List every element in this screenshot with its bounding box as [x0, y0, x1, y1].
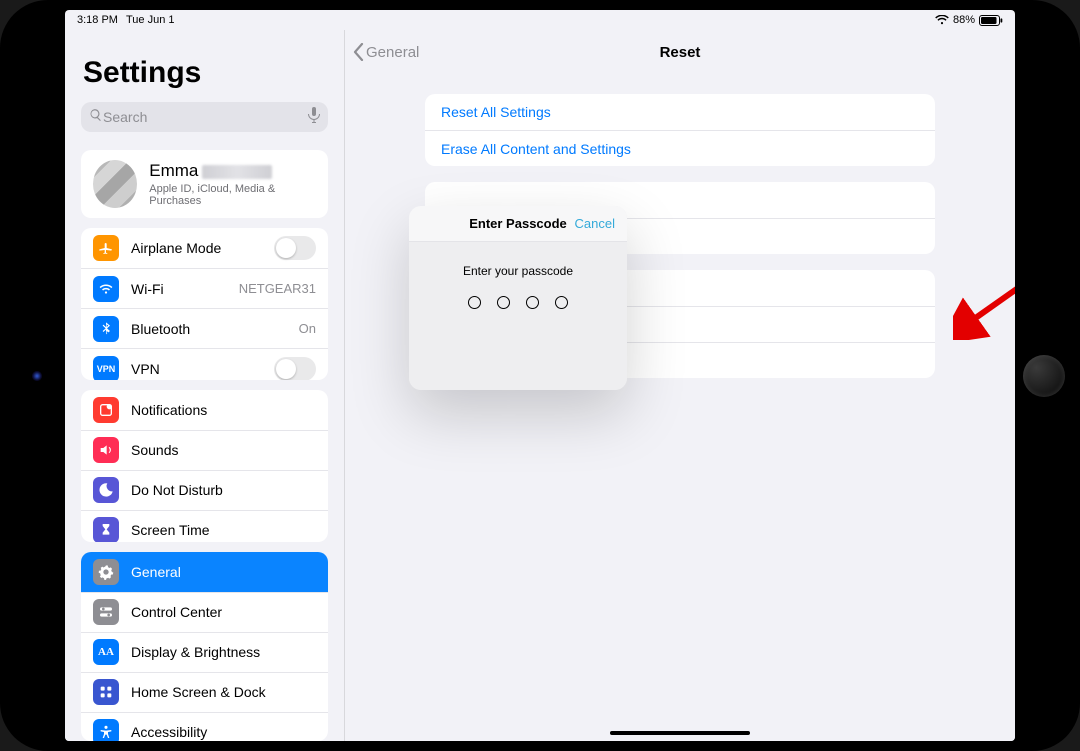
- sidebar-item-airplane[interactable]: Airplane Mode: [81, 228, 328, 268]
- airplane-icon: [93, 235, 119, 261]
- sidebar-item-display[interactable]: AA Display & Brightness: [81, 632, 328, 672]
- gear-icon: [93, 559, 119, 585]
- sidebar-item-sounds[interactable]: Sounds: [81, 430, 328, 470]
- passcode-dot: [555, 296, 568, 309]
- passcode-dot: [497, 296, 510, 309]
- dictation-icon[interactable]: [308, 107, 320, 128]
- switches-icon: [93, 599, 119, 625]
- moon-icon: [93, 477, 119, 503]
- sidebar-item-label: Bluetooth: [131, 321, 190, 337]
- text-size-icon: AA: [93, 639, 119, 665]
- passcode-popover: Enter Passcode Cancel Enter your passcod…: [409, 206, 627, 390]
- sounds-icon: [93, 437, 119, 463]
- sidebar-item-dnd[interactable]: Do Not Disturb: [81, 470, 328, 510]
- sidebar-item-label: Display & Brightness: [131, 644, 260, 660]
- erase-all-content[interactable]: Erase All Content and Settings: [425, 130, 935, 166]
- airplane-toggle[interactable]: [274, 236, 316, 260]
- sidebar-item-control-center[interactable]: Control Center: [81, 592, 328, 632]
- sidebar-item-homescreen[interactable]: Home Screen & Dock: [81, 672, 328, 712]
- vpn-icon: VPN: [93, 356, 119, 380]
- passcode-dot: [526, 296, 539, 309]
- sidebar-item-label: VPN: [131, 361, 160, 377]
- passcode-message: Enter your passcode: [463, 264, 573, 278]
- search-icon: [89, 108, 103, 127]
- sidebar-item-label: Wi-Fi: [131, 281, 164, 297]
- device-camera: [32, 371, 42, 381]
- cancel-button[interactable]: Cancel: [575, 216, 615, 231]
- sidebar-item-label: Do Not Disturb: [131, 482, 223, 498]
- status-bar: 3:18 PM Tue Jun 1 88%: [65, 10, 1015, 30]
- search-field[interactable]: [81, 102, 328, 132]
- sidebar-item-label: General: [131, 564, 181, 580]
- profile-subtitle: Apple ID, iCloud, Media & Purchases: [149, 183, 316, 207]
- bluetooth-icon: [93, 316, 119, 342]
- home-indicator[interactable]: [610, 731, 750, 735]
- profile-name: Emma: [149, 161, 316, 181]
- vpn-toggle[interactable]: [274, 357, 316, 380]
- hourglass-icon: [93, 517, 119, 541]
- status-time: 3:18 PM: [77, 14, 118, 26]
- notifications-icon: [93, 397, 119, 423]
- wifi-value: NETGEAR31: [239, 281, 316, 296]
- sidebar-item-accessibility[interactable]: Accessibility: [81, 712, 328, 742]
- nav-bar: General Reset: [345, 30, 1015, 74]
- profile-name-redacted: [202, 165, 272, 179]
- sidebar-item-wifi[interactable]: Wi-Fi NETGEAR31: [81, 268, 328, 308]
- apple-id-row[interactable]: Emma Apple ID, iCloud, Media & Purchases: [81, 150, 328, 218]
- battery-icon: [979, 15, 1003, 26]
- passcode-dots[interactable]: [468, 296, 568, 309]
- grid-icon: [93, 679, 119, 705]
- sidebar-item-notifications[interactable]: Notifications: [81, 390, 328, 430]
- avatar: [93, 160, 137, 208]
- search-input[interactable]: [103, 109, 308, 125]
- sidebar-item-general[interactable]: General: [81, 552, 328, 592]
- sidebar-item-label: Home Screen & Dock: [131, 684, 266, 700]
- sidebar-item-label: Accessibility: [131, 724, 207, 740]
- sidebar-item-label: Sounds: [131, 442, 178, 458]
- wifi-icon: [935, 15, 949, 25]
- passcode-title: Enter Passcode: [469, 216, 567, 231]
- sidebar-item-label: Screen Time: [131, 522, 210, 538]
- reset-all-settings[interactable]: Reset All Settings: [425, 94, 935, 130]
- sidebar-item-bluetooth[interactable]: Bluetooth On: [81, 308, 328, 348]
- sidebar-item-label: Airplane Mode: [131, 240, 221, 256]
- device-home-button[interactable]: [1023, 355, 1065, 397]
- sidebar-item-label: Notifications: [131, 402, 207, 418]
- status-battery-pct: 88%: [953, 14, 975, 26]
- annotation-arrow: [953, 270, 1015, 340]
- sidebar-item-label: Control Center: [131, 604, 222, 620]
- sidebar-item-screentime[interactable]: Screen Time: [81, 510, 328, 542]
- status-date: Tue Jun 1: [126, 14, 175, 26]
- bluetooth-value: On: [299, 321, 316, 336]
- passcode-dot: [468, 296, 481, 309]
- accessibility-icon: [93, 719, 119, 741]
- wifi-icon: [93, 276, 119, 302]
- page-title: Reset: [345, 44, 1015, 61]
- sidebar-item-vpn[interactable]: VPN VPN: [81, 348, 328, 380]
- settings-title: Settings: [65, 30, 344, 96]
